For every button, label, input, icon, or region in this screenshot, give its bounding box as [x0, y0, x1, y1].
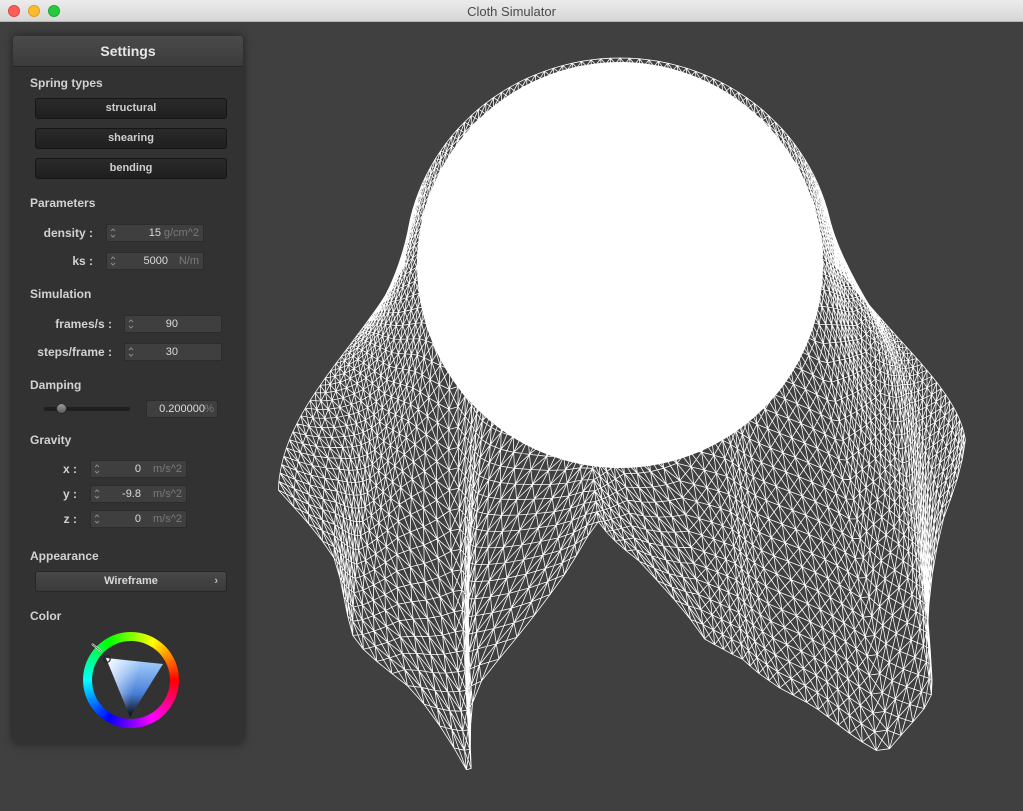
appearance-dropdown[interactable]: Wireframe › [35, 571, 227, 592]
spinner-icon[interactable] [94, 513, 100, 525]
spinner-icon[interactable] [128, 346, 134, 358]
fps-label: frames/s : [55, 317, 112, 331]
simulation-heading: Simulation [30, 287, 92, 301]
gravity-z-label: z : [63, 512, 77, 526]
structural-button[interactable]: structural [35, 98, 227, 119]
gravity-x-input[interactable]: 0 m/s^2 [90, 460, 187, 478]
gravity-x-unit: m/s^2 [153, 463, 182, 475]
spring-types-heading: Spring types [30, 76, 103, 90]
gravity-x-value: 0 [134, 463, 141, 475]
fps-input[interactable]: 90 [124, 315, 222, 333]
damping-slider-handle[interactable] [56, 403, 67, 414]
gravity-y-input[interactable]: -9.8 m/s^2 [90, 485, 187, 503]
damping-heading: Damping [30, 378, 82, 392]
settings-panel-title: Settings [13, 36, 243, 67]
density-label: density : [43, 226, 93, 240]
steps-per-frame-value: 30 [165, 346, 178, 358]
gravity-y-label: y : [62, 487, 77, 501]
color-heading: Color [30, 609, 62, 623]
spinner-icon[interactable] [110, 227, 116, 239]
spinner-icon[interactable] [94, 463, 100, 475]
settings-panel: Settings Spring types structural shearin… [13, 36, 243, 743]
bending-button[interactable]: bending [35, 158, 227, 179]
gravity-z-input[interactable]: 0 m/s^2 [90, 510, 187, 528]
ks-value: 5000 [143, 255, 168, 267]
ks-input[interactable]: 5000 N/m [106, 252, 204, 270]
damping-value: 0.200000 [159, 403, 205, 415]
damping-unit: % [204, 403, 214, 415]
collision-sphere [417, 62, 823, 468]
window-title: Cloth Simulator [467, 4, 556, 19]
color-wheel-icon[interactable] [83, 632, 179, 728]
steps-per-frame-input[interactable]: 30 [124, 343, 222, 361]
gravity-z-value: 0 [134, 513, 141, 525]
density-input[interactable]: 15 g/cm^2 [106, 224, 204, 242]
parameters-heading: Parameters [30, 196, 96, 210]
spinner-icon[interactable] [94, 488, 100, 500]
window-titlebar: Cloth Simulator [0, 0, 1023, 22]
shearing-button[interactable]: shearing [35, 128, 227, 149]
gravity-heading: Gravity [30, 433, 72, 447]
spinner-icon[interactable] [128, 318, 134, 330]
chevron-right-icon: › [214, 575, 218, 587]
density-unit: g/cm^2 [163, 227, 199, 239]
ks-label: ks : [72, 254, 93, 268]
gravity-y-value: -9.8 [122, 488, 141, 500]
gravity-y-unit: m/s^2 [153, 488, 182, 500]
appearance-selected: Wireframe [104, 575, 158, 587]
steps-per-frame-label: steps/frame : [37, 345, 112, 359]
gravity-z-unit: m/s^2 [153, 513, 182, 525]
damping-input[interactable]: 0.200000 % [146, 400, 218, 418]
gravity-x-label: x : [62, 462, 77, 476]
density-value: 15 [148, 227, 161, 239]
ks-unit: N/m [178, 255, 199, 267]
appearance-heading: Appearance [30, 549, 99, 563]
spinner-icon[interactable] [110, 255, 116, 267]
fps-value: 90 [165, 318, 178, 330]
